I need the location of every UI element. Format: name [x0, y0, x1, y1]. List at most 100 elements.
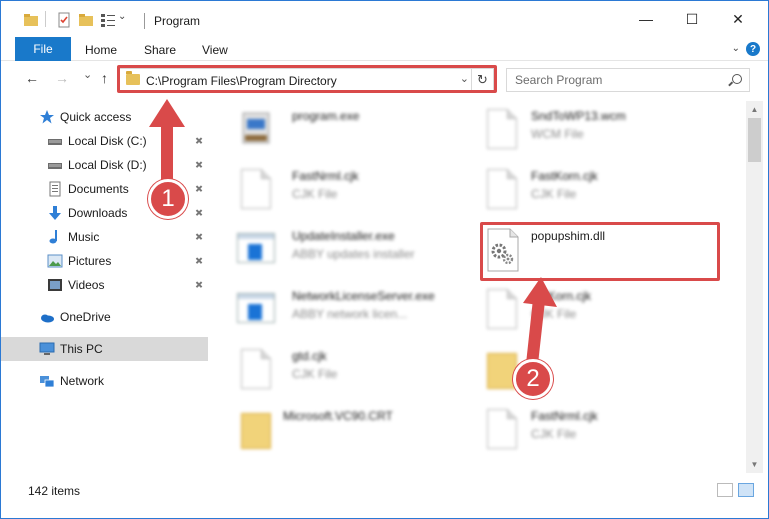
sidebar-item-music[interactable]: Music ✚ [1, 225, 208, 249]
expand-ribbon-chevron-icon[interactable]: ⌄ [732, 43, 740, 54]
cloud-icon [41, 314, 54, 323]
document-icon [235, 347, 277, 393]
computer-icon [39, 342, 55, 355]
document-icon [235, 167, 277, 213]
step-2-badge: 2 [513, 359, 553, 399]
tab-share[interactable]: Share [144, 43, 176, 57]
file-name: FastNrml.cjk [531, 409, 598, 423]
file-name: Microsoft.VC90.CRT [283, 409, 393, 423]
customize-qa-chevron-icon[interactable]: ⌄ [118, 11, 126, 22]
window-title: Program [154, 14, 201, 28]
pin-icon[interactable]: ✚ [191, 206, 205, 220]
list-item[interactable]: NetworkLicenseServer.exe ABBY network li… [235, 285, 475, 341]
list-item[interactable]: FastNrml.cjk CJK File [481, 405, 721, 461]
installer-icon [242, 112, 270, 144]
file-type: CJK File [531, 187, 577, 201]
sidebar-item-label: Local Disk (D:) [68, 158, 147, 172]
scroll-down-icon[interactable]: ▼ [746, 456, 763, 473]
file-type: CJK File [292, 367, 338, 381]
window-app-icon [235, 227, 277, 273]
sidebar-item-label: Videos [68, 278, 105, 292]
list-item[interactable]: FastKorn.cjk CJK File [481, 165, 721, 221]
document-icon [481, 167, 523, 213]
file-type: ABBY network licen... [292, 307, 408, 321]
step-1-badge: 1 [148, 179, 188, 219]
pictures-icon [47, 254, 63, 268]
sidebar-item-label: Quick access [60, 110, 132, 124]
ribbon-tabs: File Home Share View ⌄ ? [1, 37, 768, 61]
sidebar-item-label: Network [60, 374, 105, 388]
sidebar-item-quick-access[interactable]: Quick access [1, 105, 208, 129]
search-input[interactable] [515, 72, 715, 88]
pin-icon[interactable]: ✚ [191, 158, 205, 172]
file-type: CJK File [531, 427, 577, 441]
pin-icon[interactable]: ✚ [191, 278, 205, 292]
up-button[interactable]: ↑ [101, 70, 108, 86]
list-item[interactable]: gtdKorn.cjk CJK File [481, 285, 721, 341]
pin-icon[interactable]: ✚ [191, 182, 205, 196]
pin-icon[interactable]: ✚ [191, 230, 205, 244]
sidebar-item-local-disk-c[interactable]: Local Disk (C:) ✚ [1, 129, 208, 153]
list-item[interactable]: gtd.cjk CJK File [235, 345, 475, 401]
sidebar-item-onedrive[interactable]: OneDrive [1, 305, 208, 329]
maximize-icon: ☐ [685, 10, 699, 27]
minimize-icon: — [639, 11, 653, 27]
tab-file[interactable]: File [15, 37, 71, 61]
sidebar-item-label: Music [68, 230, 100, 244]
details-view-icon[interactable] [717, 483, 733, 497]
list-item[interactable]: program.exe [235, 105, 475, 161]
list-item[interactable]: SndToWP13.wcm WCM File [481, 105, 721, 161]
tab-view[interactable]: View [202, 43, 228, 57]
star-icon [40, 110, 54, 124]
forward-button[interactable]: → [55, 70, 69, 86]
title-bar: ⌄ Program — ☐ ✕ [1, 1, 768, 37]
list-item[interactable]: Microsoft.VC90.CRT [235, 405, 475, 461]
download-icon [49, 206, 61, 220]
pin-icon[interactable]: ✚ [191, 134, 205, 148]
file-type: WCM File [531, 127, 584, 141]
document-icon [481, 287, 523, 333]
close-button[interactable]: ✕ [715, 1, 761, 37]
sidebar-item-this-pc[interactable]: This PC [1, 337, 208, 361]
view-options-icon[interactable] [100, 12, 116, 28]
sidebar-item-network[interactable]: Network [1, 369, 208, 393]
file-name: FastNrml.cjk [292, 169, 359, 183]
scroll-up-icon[interactable]: ▲ [746, 101, 763, 118]
sidebar-item-videos[interactable]: Videos ✚ [1, 273, 208, 297]
vertical-scrollbar[interactable]: ▲ ▼ [746, 101, 763, 473]
documents-icon [49, 181, 61, 197]
document-icon [481, 107, 523, 153]
list-item[interactable]: FastNrml.cjk CJK File [235, 165, 475, 221]
folder-icon [235, 407, 277, 453]
drive-icon [48, 139, 62, 145]
file-highlight-box [480, 222, 720, 281]
search-icon[interactable] [732, 74, 742, 84]
recent-locations-chevron-icon[interactable]: ⌄ [83, 68, 92, 81]
sidebar-item-pictures[interactable]: Pictures ✚ [1, 249, 208, 273]
search-box[interactable] [506, 68, 750, 92]
properties-icon[interactable] [56, 12, 72, 28]
file-name: gtdKorn.cjk [531, 289, 592, 303]
sidebar-item-label: Local Disk (C:) [68, 134, 147, 148]
sidebar-item-label: Pictures [68, 254, 112, 268]
sidebar-item-label: Downloads [68, 206, 128, 220]
window-app-icon [235, 287, 277, 333]
pin-icon[interactable]: ✚ [191, 254, 205, 268]
navigation-pane: Quick access Local Disk (C:) ✚ Local Dis… [1, 101, 211, 473]
file-name: gtd.cjk [292, 349, 327, 363]
minimize-button[interactable]: — [623, 1, 669, 37]
tab-home[interactable]: Home [85, 43, 117, 57]
title-divider [144, 13, 145, 29]
file-type: CJK File [531, 307, 577, 321]
large-icons-view-icon[interactable] [738, 483, 754, 497]
sidebar-item-local-disk-d[interactable]: Local Disk (D:) ✚ [1, 153, 208, 177]
scrollbar-thumb[interactable] [748, 118, 761, 162]
sidebar-item-label: OneDrive [60, 310, 111, 324]
file-name: NetworkLicenseServer.exe [292, 289, 435, 303]
back-button[interactable]: ← [25, 70, 39, 86]
list-item[interactable]: UpdateInstaller.exe ABBY updates install… [235, 225, 475, 281]
file-name: SndToWP13.wcm [531, 109, 626, 123]
new-folder-icon[interactable] [78, 12, 94, 28]
maximize-button[interactable]: ☐ [669, 1, 715, 37]
help-icon[interactable]: ? [746, 42, 760, 56]
